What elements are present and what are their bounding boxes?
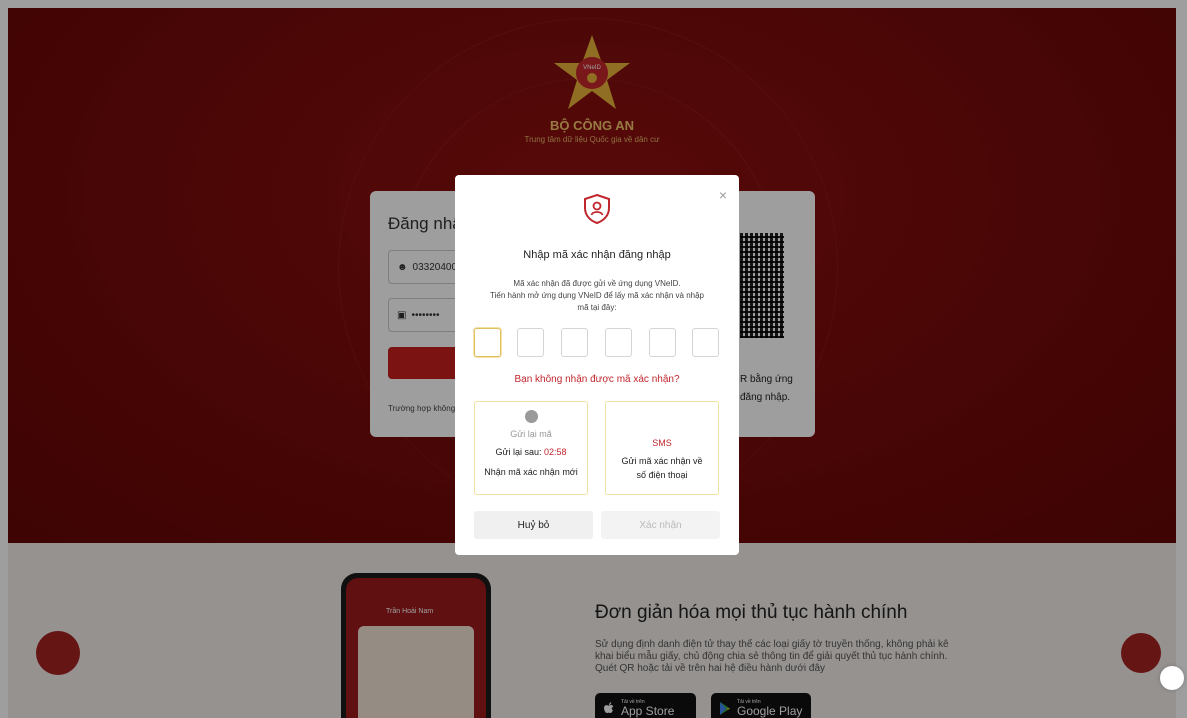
sms-option[interactable]: SMS Gửi mã xác nhận về số điện thoại: [605, 401, 719, 495]
modal-description-line3: mã tại đây:: [577, 303, 617, 312]
resend-question-link[interactable]: Bạn không nhận được mã xác nhận?: [455, 374, 739, 385]
cancel-button[interactable]: Huỷ bỏ: [474, 511, 593, 539]
resend-timer-value: 02:58: [544, 447, 567, 457]
otp-modal: × Nhập mã xác nhận đăng nhập Mã xác nhận…: [455, 175, 739, 555]
otp-digit-1[interactable]: [474, 328, 501, 357]
resend-subtitle: Nhận mã xác nhận mới: [484, 467, 578, 477]
otp-digit-4[interactable]: [605, 328, 632, 357]
modal-title: Nhập mã xác nhận đăng nhập: [523, 249, 671, 261]
resend-title: Gửi lại mã: [510, 429, 552, 439]
close-icon[interactable]: ×: [719, 187, 727, 203]
modal-description-line1: Mã xác nhận đã được gửi về ứng dụng VNeI…: [513, 279, 681, 288]
otp-digit-3[interactable]: [561, 328, 588, 357]
modal-description: Mã xác nhận đã được gửi về ứng dụng VNeI…: [477, 278, 717, 314]
resend-timer-label: Gửi lại sau:: [495, 447, 542, 457]
refresh-icon: [524, 410, 538, 423]
otp-digit-2[interactable]: [517, 328, 544, 357]
otp-digit-6[interactable]: [692, 328, 719, 357]
modal-description-line2: Tiến hành mở ứng dụng VNeID để lấy mã xá…: [490, 291, 704, 300]
resend-code-option[interactable]: Gửi lại mã Gửi lại sau: 02:58 Nhận mã xá…: [474, 401, 588, 495]
otp-digit-5[interactable]: [649, 328, 676, 357]
extension-icon[interactable]: [1160, 666, 1184, 690]
shield-user-icon: [584, 193, 610, 225]
confirm-button[interactable]: Xác nhận: [601, 511, 720, 539]
resend-timer: Gửi lại sau: 02:58: [475, 445, 587, 459]
sms-subtitle: Gửi mã xác nhận về số điện thoại: [621, 456, 703, 480]
sms-title: SMS: [652, 438, 672, 448]
